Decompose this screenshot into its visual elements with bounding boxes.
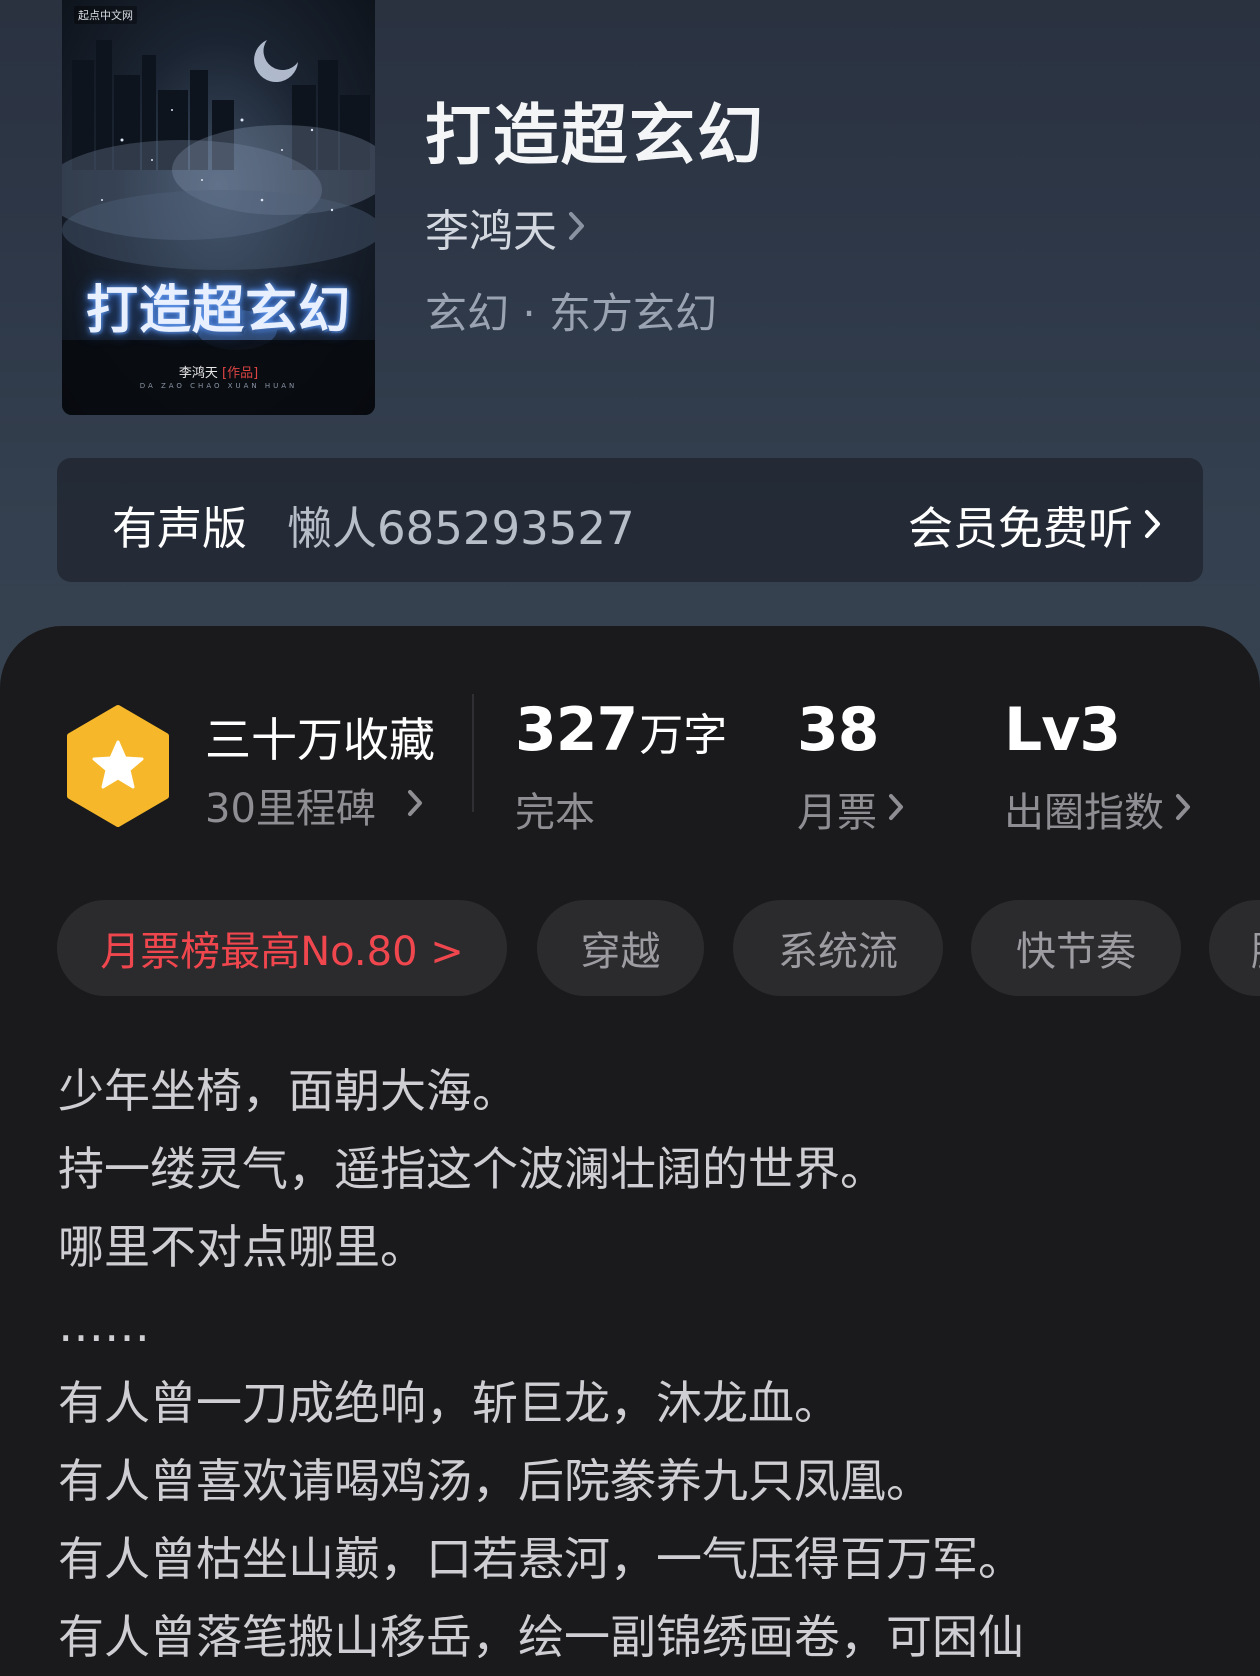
monthly-tickets-label: 月票 [797,790,877,836]
popularity-index-value: Lv3 [1004,695,1121,765]
favorites-milestone-sub: 30里程碑 [205,786,376,832]
book-cover[interactable]: 起点中文网 打造超玄幻 李鸿天 [作品] DA ZAO CHAO XUAN HU… [62,0,375,415]
tag-chip[interactable]: 系统流 [733,900,943,996]
popularity-index-link[interactable]: 出圈指数 [1004,780,1192,838]
favorites-milestone-title[interactable]: 三十万收藏 [205,704,435,770]
monthly-ticket-rank-tag[interactable]: 月票榜最高No.80 > [57,900,507,996]
chevron-right-icon [887,786,905,832]
word-count-value: 327万字 [515,695,727,765]
member-free-listen-label: 会员免费听 [907,502,1133,555]
synopsis-line: 有人曾落笔搬山移岳，绘一副锦绣画卷，可困仙 [58,1610,1024,1664]
tag-chip[interactable]: 穿越 [537,900,704,996]
book-header: 起点中文网 打造超玄幻 李鸿天 [作品] DA ZAO CHAO XUAN HU… [0,0,1260,700]
member-free-listen-button[interactable]: 会员免费听 [908,492,1163,557]
book-title: 打造超玄幻 [425,96,765,174]
chevron-right-icon [1174,786,1192,832]
book-genre[interactable]: 玄幻 · 东方玄幻 [425,280,717,341]
word-count-number: 327 [515,695,638,765]
chevron-right-icon [1143,498,1163,551]
monthly-tickets-link[interactable]: 月票 [797,780,905,838]
cover-publisher-badge: 起点中文网 [74,6,137,24]
monthly-tickets-value: 38 [797,695,879,765]
audio-version-bar[interactable]: 有声版 懒人685293527 会员免费听 [57,458,1203,582]
synopsis-line: 有人曾喜欢请喝鸡汤，后院豢养九只凤凰。 [58,1454,932,1508]
synopsis-line: …… [58,1298,150,1352]
synopsis-line: 哪里不对点哪里。 [58,1220,426,1274]
chevron-right-icon [567,202,587,253]
synopsis-line: 持一缕灵气，遥指这个波澜壮阔的世界。 [58,1142,886,1196]
stats-divider [472,694,474,812]
favorites-milestone-link[interactable]: 30里程碑 [205,776,424,834]
cover-pinyin: DA ZAO CHAO XUAN HUAN [139,382,298,390]
tag-chip[interactable]: 快节奏 [971,900,1181,996]
cover-author-name: 李鸿天 [178,366,218,381]
synopsis-line: 有人曾枯坐山巅，口若悬河，一气压得百万军。 [58,1532,1024,1586]
cover-author-tag: [作品] [222,366,259,381]
chevron-right-icon [406,782,424,828]
audio-narrator: 懒人685293527 [287,502,635,555]
completion-status: 完本 [515,790,595,836]
synopsis-line: 少年坐椅，面朝大海。 [58,1064,518,1118]
star-hexagon-icon[interactable] [62,704,174,832]
audio-version-label: 有声版 [112,502,248,555]
word-count-unit: 万字 [639,710,728,761]
cover-art [62,40,375,415]
author-link[interactable]: 李鸿天 [425,195,587,259]
cover-title-art: 打造超玄幻 [85,281,351,341]
popularity-index-label: 出圈指数 [1004,790,1164,836]
cover-author-art: 李鸿天 [作品] [62,362,375,381]
author-name: 李鸿天 [425,206,557,257]
book-synopsis[interactable]: 少年坐椅，面朝大海。 持一缕灵气，遥指这个波澜壮阔的世界。 哪里不对点哪里。 …… [58,1052,1208,1676]
synopsis-line: 有人曾一刀成绝响，斩巨龙，沐龙血。 [58,1376,840,1430]
